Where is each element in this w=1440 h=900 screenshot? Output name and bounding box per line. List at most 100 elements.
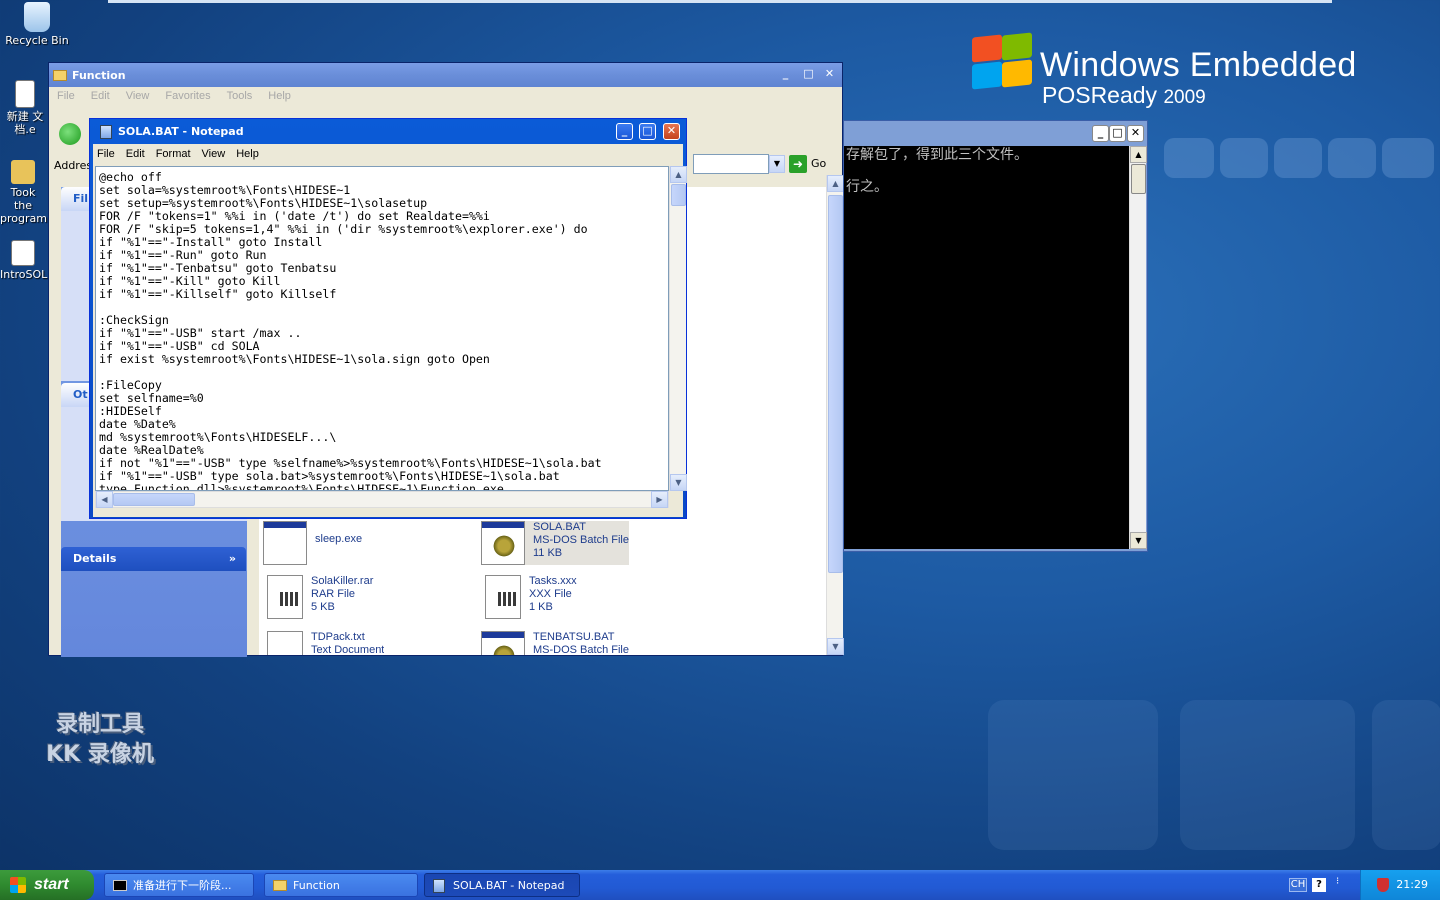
- console-titlebar[interactable]: _ □ ✕: [844, 121, 1147, 145]
- notepad-client: File Edit Format View Help @echo off set…: [93, 144, 687, 517]
- explorer-vertical-scrollbar[interactable]: ▲ ▼: [826, 175, 844, 655]
- bg-tile: [1220, 138, 1268, 178]
- scroll-thumb[interactable]: [828, 195, 843, 573]
- file-item-tdpack-txt[interactable]: TDPack.txt Text Document: [263, 631, 384, 655]
- scroll-up-arrow[interactable]: ▲: [1130, 146, 1147, 163]
- close-button[interactable]: ✕: [663, 123, 680, 140]
- language-indicator[interactable]: CH: [1289, 878, 1307, 892]
- console-icon: [113, 880, 127, 891]
- console-line: 存解包了，得到此三个文件。: [846, 147, 1028, 163]
- scroll-thumb[interactable]: [671, 184, 686, 206]
- taskbar-item-function[interactable]: Function: [264, 873, 418, 897]
- desktop-icon-label: 新建 文 档.e: [6, 110, 44, 136]
- minimize-button[interactable]: _: [616, 123, 633, 140]
- notepad-content: @echo off set sola=%systemroot%\Fonts\HI…: [99, 170, 602, 491]
- scroll-thumb[interactable]: [1131, 164, 1146, 194]
- scroll-down-arrow[interactable]: ▼: [1130, 532, 1147, 549]
- desktop-icon-introsol[interactable]: IntroSOL: [0, 240, 47, 281]
- xxx-file-icon: [485, 575, 521, 619]
- scroll-right-arrow[interactable]: ▶: [651, 491, 668, 508]
- file-item-sola-bat[interactable]: SOLA.BAT MS-DOS Batch File 11 KB: [481, 521, 629, 565]
- address-input[interactable]: [693, 154, 769, 174]
- explorer-menubar: File Edit View Favorites Tools Help: [49, 87, 842, 105]
- taskbar-item-console[interactable]: 准备进行下一阶段...: [104, 873, 254, 897]
- taskbar-item-notepad[interactable]: SOLA.BAT - Notepad: [424, 873, 580, 897]
- scroll-up-arrow[interactable]: ▲: [827, 175, 844, 192]
- exe-icon: [263, 521, 307, 565]
- windows-embedded-branding: Windows Embedded POSReady 2009: [966, 30, 1406, 120]
- bg-tile: [988, 700, 1158, 850]
- notepad-horizontal-scrollbar[interactable]: ◀ ▶: [95, 491, 669, 508]
- menu-edit[interactable]: Edit: [126, 148, 145, 160]
- notepad-menubar: File Edit Format View Help: [93, 144, 683, 164]
- security-shield-icon[interactable]: [1377, 878, 1389, 892]
- details-header[interactable]: Details»: [61, 547, 246, 571]
- menu-edit[interactable]: Edit: [91, 90, 110, 102]
- file-item-solakiller-rar[interactable]: SolaKiller.rar RAR File 5 KB: [263, 575, 373, 619]
- notepad-vertical-scrollbar[interactable]: ▲ ▼: [669, 166, 687, 491]
- maximize-button[interactable]: □: [800, 67, 817, 84]
- top-edge: [108, 0, 1332, 3]
- maximize-button[interactable]: □: [639, 123, 656, 140]
- go-button[interactable]: Go: [811, 157, 826, 170]
- program-icon: [11, 240, 35, 266]
- scroll-down-arrow[interactable]: ▼: [827, 638, 844, 655]
- folder-icon: [11, 160, 35, 184]
- clock[interactable]: 21:29: [1396, 878, 1428, 891]
- console-vertical-scrollbar[interactable]: ▲ ▼: [1129, 146, 1147, 549]
- file-item-tenbatsu-bat[interactable]: TENBATSU.BAT MS-DOS Batch File: [481, 631, 629, 655]
- menu-view[interactable]: View: [202, 148, 226, 160]
- bg-tile: [1164, 138, 1214, 178]
- close-button[interactable]: ✕: [821, 67, 838, 84]
- bg-tile: [1372, 700, 1440, 850]
- notepad-window[interactable]: SOLA.BAT - Notepad _ □ ✕ File Edit Forma…: [89, 118, 687, 519]
- minimize-button[interactable]: _: [1092, 125, 1109, 142]
- desktop-icon-recycle-bin[interactable]: Recycle Bin: [0, 2, 74, 47]
- go-arrow-icon[interactable]: ➜: [789, 155, 807, 173]
- menu-view[interactable]: View: [126, 90, 150, 102]
- menu-file[interactable]: File: [57, 90, 75, 102]
- notepad-titlebar[interactable]: SOLA.BAT - Notepad _ □ ✕: [90, 119, 686, 144]
- back-icon[interactable]: [59, 123, 81, 145]
- windows-flag-logo: [966, 32, 1032, 90]
- scroll-left-arrow[interactable]: ◀: [96, 491, 113, 508]
- folder-icon: [273, 880, 287, 891]
- scroll-down-arrow[interactable]: ▼: [670, 474, 687, 491]
- address-dropdown-icon[interactable]: ▼: [769, 155, 785, 173]
- console-window[interactable]: _ □ ✕ 存解包了，得到此三个文件。 行之。 ▲ ▼: [843, 120, 1148, 552]
- menu-file[interactable]: File: [97, 148, 115, 160]
- desktop-icon-new-doc[interactable]: 新建 文 档.e: [0, 80, 50, 136]
- close-button[interactable]: ✕: [1127, 125, 1144, 142]
- bg-tile: [1382, 138, 1434, 178]
- explorer-titlebar[interactable]: Function _ □ ✕: [49, 63, 842, 87]
- menu-favorites[interactable]: Favorites: [165, 90, 210, 102]
- folder-icon: [53, 69, 67, 81]
- notepad-title: SOLA.BAT - Notepad: [118, 125, 244, 138]
- menu-format[interactable]: Format: [156, 148, 191, 160]
- batch-file-icon: [481, 631, 525, 655]
- address-label: Addres: [54, 158, 93, 172]
- maximize-button[interactable]: □: [1109, 125, 1126, 142]
- desktop-icon-label: Recycle Bin: [5, 34, 69, 47]
- file-item-sleep-exe[interactable]: sleep.exe: [263, 521, 362, 565]
- menu-help[interactable]: Help: [268, 90, 291, 102]
- notepad-text-area[interactable]: @echo off set sola=%systemroot%\Fonts\HI…: [95, 166, 669, 491]
- desktop-icon-label: Took the program: [0, 186, 47, 225]
- chevron-down-icon: »: [228, 552, 236, 565]
- help-icon[interactable]: ?: [1312, 878, 1326, 892]
- scroll-thumb[interactable]: [113, 493, 195, 506]
- menu-tools[interactable]: Tools: [227, 90, 253, 102]
- start-button[interactable]: start: [0, 870, 94, 900]
- scroll-up-arrow[interactable]: ▲: [670, 166, 687, 183]
- file-item-tasks-xxx[interactable]: Tasks.xxx XXX File 1 KB: [481, 575, 577, 619]
- desktop-icon-took-program[interactable]: Took the program: [0, 160, 47, 225]
- notepad-icon: [433, 879, 445, 893]
- options-icon[interactable]: ⁝: [1336, 876, 1339, 887]
- minimize-button[interactable]: _: [777, 67, 794, 84]
- notepad-icon: [100, 124, 112, 139]
- menu-help[interactable]: Help: [236, 148, 259, 160]
- brand-subtitle: POSReady 2009: [1042, 82, 1206, 108]
- recorder-watermark: 录制工具 KK 录像机: [46, 712, 154, 767]
- explorer-title: Function: [72, 68, 126, 82]
- batch-file-icon: [481, 521, 525, 565]
